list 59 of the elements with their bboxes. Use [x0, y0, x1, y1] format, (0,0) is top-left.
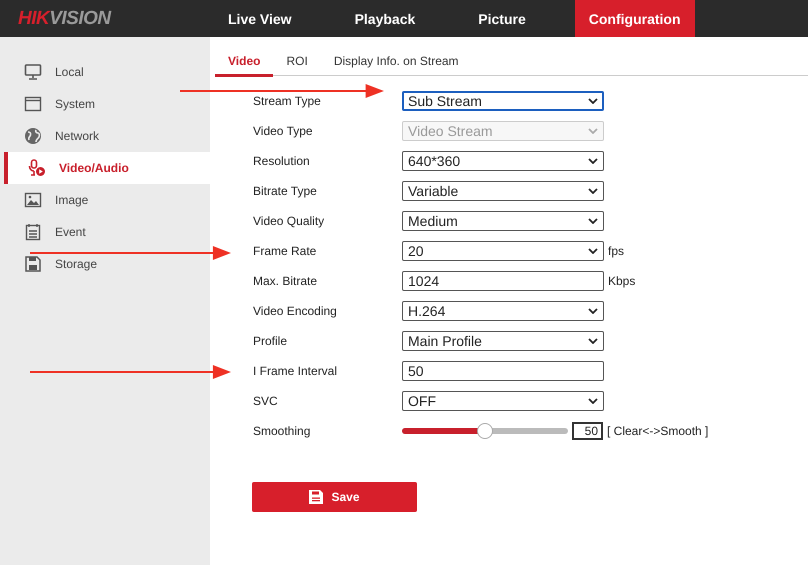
- tab[interactable]: Display Info. on Stream: [320, 50, 472, 77]
- chevron-down-icon: [588, 98, 598, 104]
- microphone-icon: [28, 159, 46, 177]
- dropdown[interactable]: H.264: [402, 301, 604, 321]
- field-label: Smoothing: [253, 424, 312, 438]
- monitor-icon: [24, 63, 42, 81]
- field-label: Stream Type: [253, 94, 322, 108]
- field-label: Bitrate Type: [253, 184, 318, 198]
- tab[interactable]: Video: [215, 50, 274, 77]
- save-button[interactable]: Save: [252, 482, 417, 512]
- field-label: Profile: [253, 334, 288, 348]
- dropdown[interactable]: 640*360: [402, 151, 604, 171]
- nav-tab[interactable]: Live View: [214, 0, 306, 37]
- list-icon: [24, 223, 42, 241]
- chevron-down-icon: [588, 218, 598, 224]
- sidebar-item[interactable]: Event: [0, 216, 210, 248]
- tab[interactable]: ROI: [273, 50, 321, 77]
- unit-label: fps: [608, 244, 624, 258]
- sidebar-item[interactable]: Network: [0, 120, 210, 152]
- dropdown[interactable]: Main Profile: [402, 331, 604, 351]
- chevron-down-icon: [588, 338, 598, 344]
- unit-label: Kbps: [608, 274, 636, 288]
- field-label: SVC: [253, 394, 279, 408]
- chevron-down-icon: [588, 308, 598, 314]
- unit-label: [ Clear<->Smooth ]: [607, 424, 708, 438]
- chevron-down-icon: [588, 398, 598, 404]
- field-label: Video Quality: [253, 214, 326, 228]
- dropdown[interactable]: Medium: [402, 211, 604, 231]
- window-icon: [24, 95, 42, 113]
- input-field[interactable]: 1024: [402, 271, 604, 291]
- globe-icon: [24, 127, 42, 145]
- chevron-down-icon: [588, 248, 598, 254]
- chevron-down-icon: [588, 188, 598, 194]
- dropdown[interactable]: 20: [402, 241, 604, 261]
- chevron-down-icon: [588, 128, 598, 134]
- dropdown[interactable]: Variable: [402, 181, 604, 201]
- sidebar-item[interactable]: Image: [0, 184, 210, 216]
- sidebar-item[interactable]: Storage: [0, 248, 210, 280]
- field-label: Resolution: [253, 154, 311, 168]
- sidebar-item[interactable]: Video/Audio: [4, 152, 210, 184]
- sidebar-item[interactable]: Local: [0, 56, 210, 88]
- field-label: I Frame Interval: [253, 364, 338, 378]
- field-label: Video Type: [253, 124, 314, 138]
- sidebar-item[interactable]: System: [0, 88, 210, 120]
- field-label: Video Encoding: [253, 304, 338, 318]
- image-icon: [24, 191, 42, 209]
- slider-handle[interactable]: [477, 423, 493, 439]
- field-label: Max. Bitrate: [253, 274, 318, 288]
- input-field[interactable]: 50: [402, 361, 604, 381]
- nav-tab[interactable]: Picture: [464, 0, 540, 37]
- chevron-down-icon: [588, 158, 598, 164]
- dropdown[interactable]: OFF: [402, 391, 604, 411]
- nav-tab[interactable]: Configuration: [574, 0, 695, 37]
- field-label: Frame Rate: [253, 244, 318, 258]
- logo: HIKVISION: [17, 8, 112, 30]
- nav-tab[interactable]: Playback: [340, 0, 430, 37]
- dropdown[interactable]: Sub Stream: [402, 91, 604, 111]
- slider[interactable]: [402, 423, 568, 439]
- value-field[interactable]: 50: [572, 422, 603, 440]
